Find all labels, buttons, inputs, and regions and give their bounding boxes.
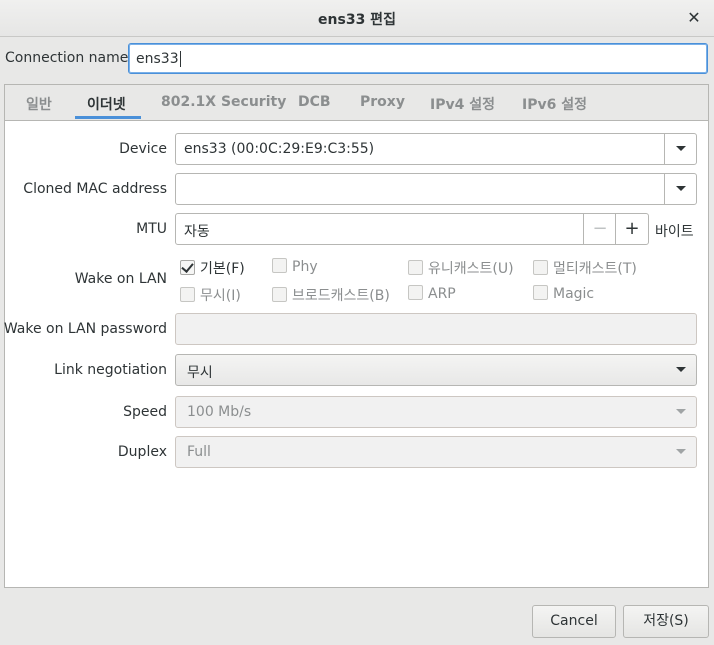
tab-ethernet[interactable]: 이더넷	[87, 94, 126, 114]
close-icon[interactable]: ✕	[682, 6, 706, 30]
link-negotiation-value: 무시	[187, 365, 213, 381]
connection-name-label: Connection name	[5, 50, 129, 66]
device-value: ens33 (00:0C:29:E9:C3:55)	[184, 141, 375, 157]
wol-unicast-checkbox[interactable]: 유니캐스트(U)	[408, 258, 514, 278]
text-caret	[179, 51, 181, 67]
mtu-label: MTU	[136, 221, 167, 237]
link-negotiation-dropdown[interactable]: 무시	[175, 354, 697, 386]
tab-8021x-security[interactable]: 802.1X Security	[161, 94, 286, 110]
wol-ignore-checkbox[interactable]: 무시(I)	[180, 285, 241, 305]
tab-dcb[interactable]: DCB	[298, 94, 331, 110]
device-label: Device	[119, 141, 167, 157]
wol-password-input[interactable]	[175, 313, 697, 345]
tab-proxy[interactable]: Proxy	[360, 94, 405, 110]
tab-ipv6-settings[interactable]: IPv6 설정	[522, 94, 587, 114]
wol-password-label: Wake on LAN password	[3, 321, 167, 337]
connection-name-row: Connection name ens33	[0, 37, 714, 82]
mtu-increment-button[interactable]: +	[615, 214, 648, 244]
chevron-down-icon	[676, 409, 686, 414]
chevron-down-icon	[676, 186, 686, 191]
chevron-down-icon	[676, 146, 686, 151]
speed-value: 100 Mb/s	[187, 404, 252, 420]
device-combo[interactable]: ens33 (00:0C:29:E9:C3:55)	[175, 133, 697, 165]
chevron-down-icon	[676, 449, 686, 454]
link-negotiation-label: Link negotiation	[54, 362, 167, 378]
window-title: ens33 편집	[318, 12, 396, 28]
save-button[interactable]: 저장(S)	[623, 605, 709, 638]
duplex-label: Duplex	[117, 444, 167, 460]
connection-name-input[interactable]: ens33	[128, 43, 708, 74]
cancel-button[interactable]: Cancel	[532, 605, 616, 638]
mtu-decrement-button[interactable]: −	[583, 214, 616, 244]
duplex-value: Full	[187, 444, 211, 460]
wol-phy-checkbox[interactable]: Phy	[272, 258, 318, 275]
settings-notebook: 일반 이더넷 802.1X Security DCB Proxy IPv4 설정…	[4, 84, 709, 588]
active-tab-indicator	[75, 116, 141, 119]
cloned-mac-label: Cloned MAC address	[23, 181, 167, 197]
chevron-down-icon	[676, 367, 686, 372]
mtu-unit: 바이트	[655, 224, 694, 240]
wol-multicast-checkbox[interactable]: 멀티캐스트(T)	[533, 258, 637, 278]
duplex-dropdown[interactable]: Full	[175, 436, 697, 468]
speed-label: Speed	[123, 404, 167, 420]
wol-arp-checkbox[interactable]: ARP	[408, 285, 456, 302]
wol-broadcast-checkbox[interactable]: 브로드캐스트(B)	[272, 285, 390, 305]
wol-magic-checkbox[interactable]: Magic	[533, 285, 594, 302]
mtu-value: 자동	[184, 224, 210, 240]
tab-ipv4-settings[interactable]: IPv4 설정	[430, 94, 495, 114]
wake-on-lan-label: Wake on LAN	[74, 271, 167, 287]
speed-dropdown[interactable]: 100 Mb/s	[175, 396, 697, 428]
cloned-mac-combo[interactable]	[175, 173, 697, 205]
tab-general[interactable]: 일반	[26, 94, 52, 114]
title-bar: ens33 편집 ✕	[0, 0, 714, 37]
mtu-spinbutton[interactable]: 자동 − +	[175, 213, 649, 245]
tab-bar: 일반 이더넷 802.1X Security DCB Proxy IPv4 설정…	[5, 85, 708, 121]
wol-default-checkbox[interactable]: 기본(F)	[180, 258, 245, 278]
